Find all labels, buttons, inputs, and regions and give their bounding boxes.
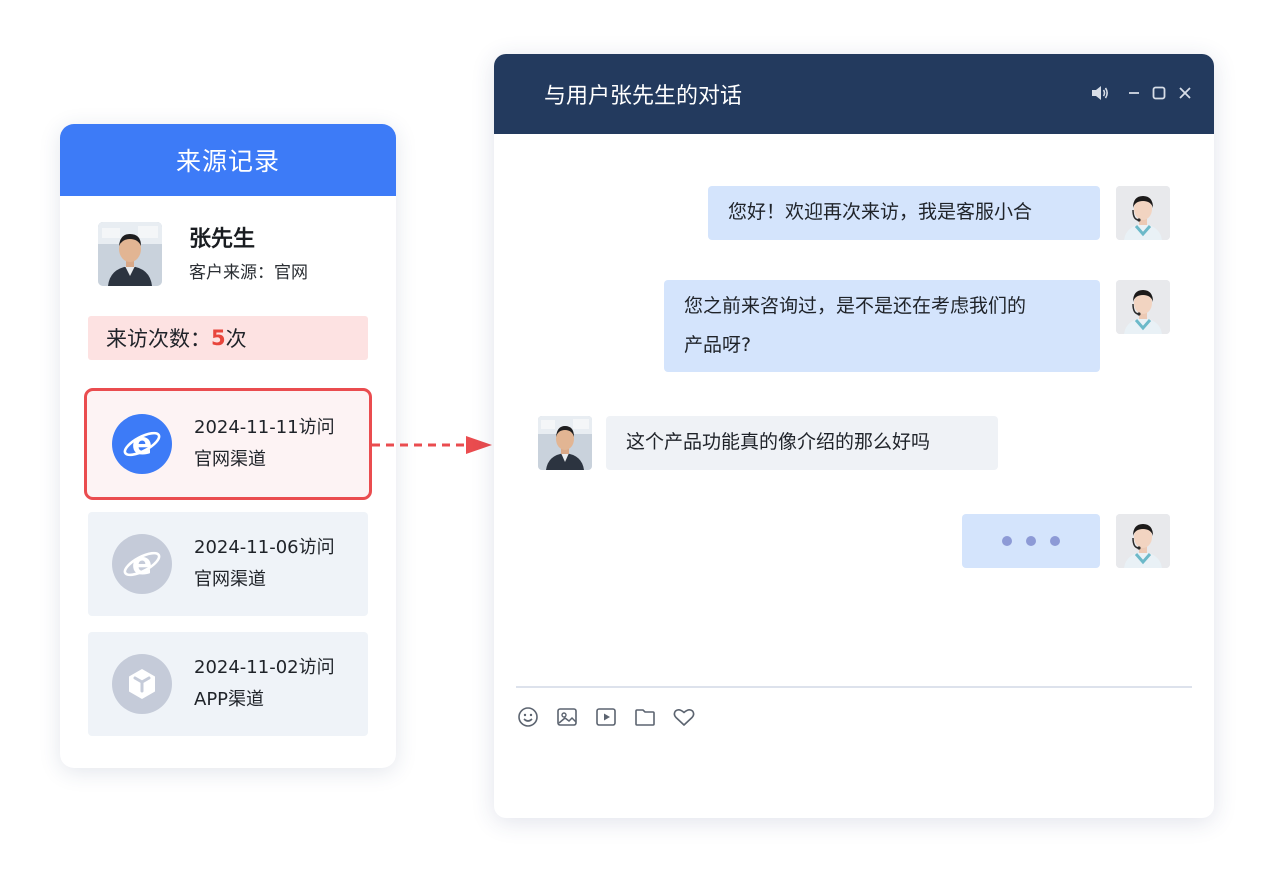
- video-icon[interactable]: [594, 705, 618, 729]
- agent-typing-message: [962, 514, 1170, 568]
- agent-message: 您好！欢迎再次来访，我是客服小合: [708, 186, 1170, 240]
- customer-source-value: 官网: [274, 263, 308, 283]
- user-message: 这个产品功能真的像介绍的那么好吗: [538, 416, 998, 470]
- customer-avatar: [98, 222, 162, 286]
- chat-header: 与用户张先生的对话: [494, 54, 1214, 134]
- message-line: 产品呀?: [684, 334, 752, 356]
- window-controls: [1078, 84, 1192, 102]
- visit-count-banner: 来访次数： 5 次: [88, 316, 368, 360]
- source-record-title: 来源记录: [60, 124, 396, 196]
- speaker-icon[interactable]: [1090, 84, 1110, 102]
- typing-dot: [1050, 536, 1060, 546]
- chat-toolbar: [516, 705, 711, 729]
- agent-avatar: [1116, 514, 1170, 568]
- customer-name: 张先生: [189, 227, 256, 252]
- typing-dot: [1002, 536, 1012, 546]
- visit-channel: 官网渠道: [194, 569, 266, 590]
- message-bubble: 您之前来咨询过，是不是还在考虑我们的 产品呀?: [664, 280, 1100, 372]
- image-icon[interactable]: [555, 705, 579, 729]
- chat-window: 与用户张先生的对话 您好！欢迎再次来访，我是客服小合 您之前来咨询过，是不是还在…: [494, 54, 1214, 818]
- input-divider: [516, 686, 1192, 688]
- agent-message: 您之前来咨询过，是不是还在考虑我们的 产品呀?: [664, 280, 1170, 372]
- app-cube-icon: [112, 654, 172, 714]
- source-record-panel: 来源记录 张先生 客户来源：官网 来访次数： 5 次 e 2024-11-11访…: [60, 124, 396, 768]
- emoji-icon[interactable]: [516, 705, 540, 729]
- agent-avatar: [1116, 186, 1170, 240]
- favorite-icon[interactable]: [672, 705, 696, 729]
- close-icon[interactable]: [1178, 85, 1192, 101]
- message-line: 您之前来咨询过，是不是还在考虑我们的: [684, 295, 1027, 317]
- visit-record-item[interactable]: 2024-11-02访问 APP渠道: [88, 632, 368, 736]
- folder-icon[interactable]: [633, 705, 657, 729]
- visit-count-label: 来访次数：: [106, 327, 211, 351]
- user-avatar: [538, 416, 592, 470]
- chat-title: 与用户张先生的对话: [544, 84, 743, 109]
- visit-count-value: 5: [211, 326, 226, 350]
- typing-dot: [1026, 536, 1036, 546]
- agent-avatar: [1116, 280, 1170, 334]
- ie-browser-icon: e: [112, 534, 172, 594]
- visit-record-item[interactable]: e 2024-11-11访问 官网渠道: [84, 388, 372, 500]
- maximize-icon[interactable]: [1152, 85, 1166, 101]
- link-arrow-icon: [372, 436, 492, 454]
- svg-text:e: e: [132, 427, 152, 462]
- visit-channel: APP渠道: [194, 689, 265, 710]
- visit-channel: 官网渠道: [194, 449, 266, 470]
- visit-count-unit: 次: [225, 327, 247, 351]
- customer-source-label: 客户来源：: [189, 263, 274, 283]
- minimize-icon[interactable]: [1128, 85, 1140, 101]
- customer-info: 张先生 客户来源：官网: [98, 222, 308, 286]
- visit-record-item[interactable]: e 2024-11-06访问 官网渠道: [88, 512, 368, 616]
- visit-date: 2024-11-02访问: [194, 657, 335, 678]
- typing-indicator: [962, 514, 1100, 568]
- visit-date: 2024-11-06访问: [194, 537, 335, 558]
- customer-source: 客户来源：官网: [189, 258, 308, 283]
- ie-browser-icon: e: [112, 414, 172, 474]
- svg-text:e: e: [132, 547, 152, 582]
- visit-date: 2024-11-11访问: [194, 417, 335, 438]
- message-bubble: 这个产品功能真的像介绍的那么好吗: [606, 416, 998, 470]
- message-bubble: 您好！欢迎再次来访，我是客服小合: [708, 186, 1100, 240]
